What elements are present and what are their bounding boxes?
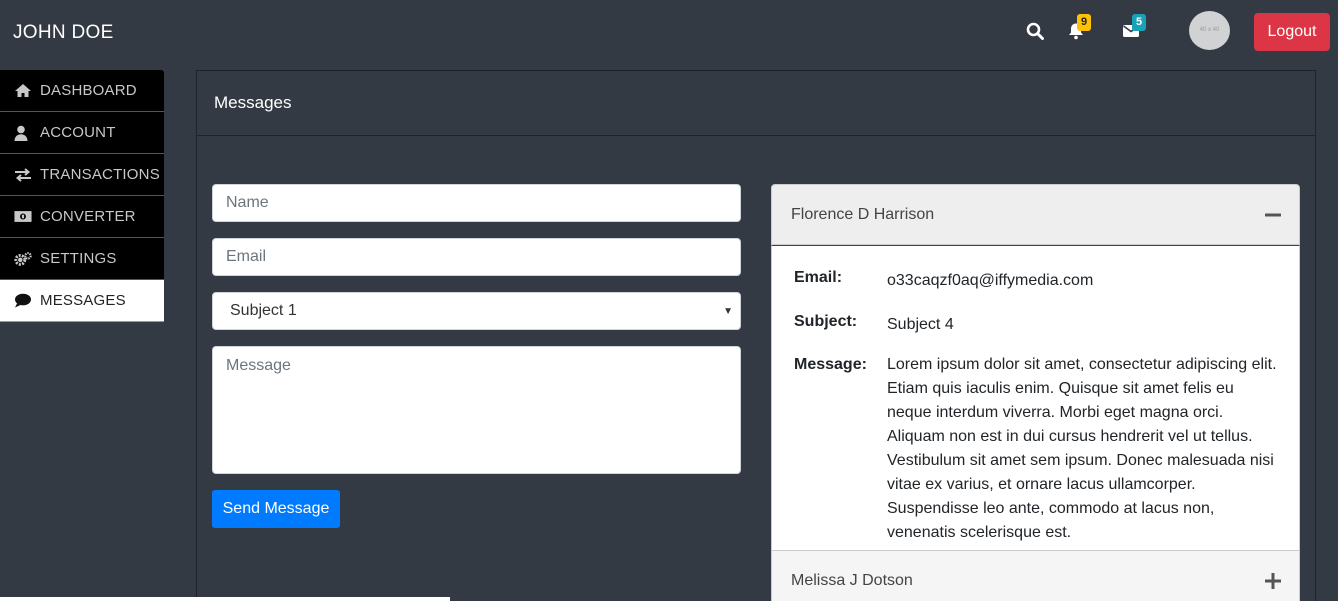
- message-subject-row: Subject: Subject 4: [794, 313, 1277, 337]
- sidebar-item-messages[interactable]: MESSAGES: [0, 280, 164, 322]
- home-icon: [14, 83, 32, 99]
- subject-label: Subject:: [794, 313, 858, 330]
- dropdown-caret-icon: ▼: [723, 306, 733, 317]
- horizontal-scrollbar[interactable]: [0, 597, 450, 601]
- avatar[interactable]: 40 x 40: [1189, 11, 1230, 50]
- search-icon[interactable]: [1026, 22, 1046, 42]
- sidebar-item-converter[interactable]: CONVERTER: [0, 196, 164, 238]
- message-email-row: Email: o33caqzf0aq@iffymedia.com: [794, 269, 1277, 293]
- plus-icon[interactable]: [1265, 572, 1281, 589]
- minus-icon[interactable]: [1265, 207, 1281, 223]
- email-input[interactable]: [212, 238, 741, 276]
- page-title: Messages: [197, 71, 1315, 136]
- brand-name: JOHN DOE: [13, 22, 114, 43]
- sidebar-item-settings[interactable]: SETTINGS: [0, 238, 164, 280]
- sidebar-item-label: ACCOUNT: [40, 124, 116, 141]
- message-text: Lorem ipsum dolor sit amet, consectetur …: [887, 356, 1277, 541]
- message-sender: Florence D Harrison: [791, 205, 935, 223]
- logout-button[interactable]: Logout: [1254, 13, 1330, 51]
- sidebar-item-transactions[interactable]: TRANSACTIONS: [0, 154, 164, 196]
- message-label: Message:: [794, 356, 867, 373]
- message-body: Email: o33caqzf0aq@iffymedia.com Subject…: [771, 245, 1300, 551]
- cogs-icon: [14, 251, 32, 267]
- sidebar-item-label: CONVERTER: [40, 208, 136, 225]
- user-icon: [14, 125, 32, 141]
- name-input[interactable]: [212, 184, 741, 222]
- sidebar-item-label: TRANSACTIONS: [40, 166, 160, 183]
- sidebar-item-account[interactable]: ACCOUNT: [0, 112, 164, 154]
- messages-accordion: Florence D Harrison Email: o33caqzf0aq@i…: [771, 184, 1300, 601]
- message-header-florence[interactable]: Florence D Harrison: [771, 184, 1300, 245]
- sidebar: DASHBOARD ACCOUNT TRANSACTIONS CONVERTER…: [0, 70, 164, 322]
- email-label: Email:: [794, 269, 843, 286]
- sidebar-item-label: DASHBOARD: [40, 82, 137, 99]
- message-text-row: Message: Lorem ipsum dolor sit amet, con…: [794, 356, 1277, 545]
- message-textarea[interactable]: [212, 346, 741, 474]
- top-navbar: JOHN DOE 9 5 40 x 40 Logout: [0, 0, 1338, 64]
- sidebar-item-dashboard[interactable]: DASHBOARD: [0, 70, 164, 112]
- send-message-button[interactable]: Send Message: [212, 490, 340, 528]
- money-icon: [14, 209, 32, 225]
- message-subject: Subject 4: [887, 316, 954, 333]
- subject-select[interactable]: Subject 1 ▼: [212, 292, 741, 330]
- message-sender: Melissa J Dotson: [791, 571, 913, 589]
- notifications-badge: 9: [1077, 14, 1092, 31]
- sidebar-item-label: MESSAGES: [40, 292, 126, 309]
- message-header-melissa[interactable]: Melissa J Dotson: [771, 551, 1300, 601]
- sidebar-item-label: SETTINGS: [40, 250, 117, 267]
- message-email: o33caqzf0aq@iffymedia.com: [887, 272, 1094, 289]
- messages-badge: 5: [1132, 14, 1147, 31]
- exchange-icon: [14, 167, 32, 183]
- subject-selected-value: Subject 1: [230, 302, 297, 319]
- comment-icon: [14, 293, 32, 309]
